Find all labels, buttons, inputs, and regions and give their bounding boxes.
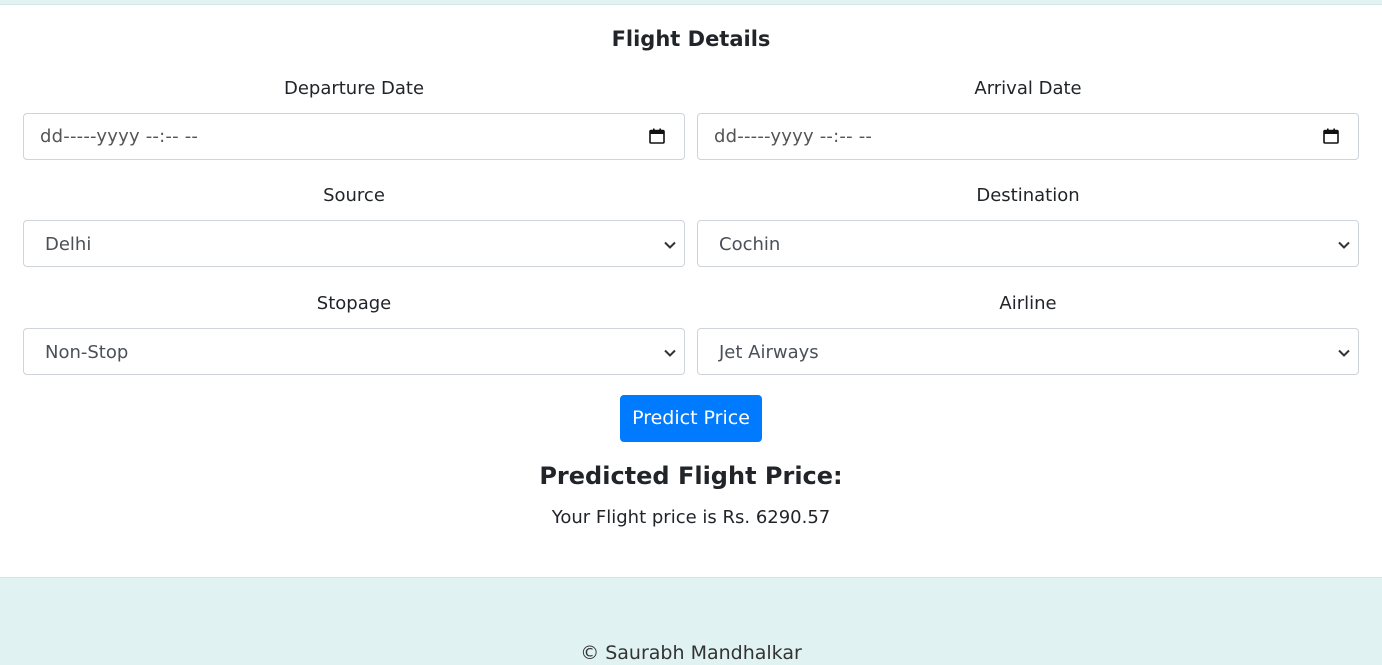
airline-select[interactable]: Jet Airways — [697, 328, 1359, 375]
chevron-down-icon — [664, 241, 676, 249]
arrival-date-placeholder: dd-----yyyy --:-- -- — [714, 126, 873, 147]
chevron-down-icon — [1338, 241, 1350, 249]
source-selected-value: Delhi — [45, 234, 92, 255]
destination-select[interactable]: Cochin — [697, 220, 1359, 267]
source-label: Source — [323, 185, 385, 206]
result-heading: Predicted Flight Price: — [539, 462, 843, 490]
destination-label: Destination — [976, 185, 1080, 206]
departure-date-placeholder: dd-----yyyy --:-- -- — [40, 126, 199, 147]
destination-selected-value: Cochin — [719, 234, 781, 255]
arrival-date-label: Arrival Date — [974, 78, 1082, 99]
calendar-icon[interactable] — [649, 128, 665, 144]
stopage-selected-value: Non-Stop — [45, 342, 129, 363]
predict-price-button[interactable]: Predict Price — [620, 395, 762, 442]
departure-date-label: Departure Date — [283, 78, 425, 99]
airline-label: Airline — [999, 293, 1057, 314]
departure-date-input[interactable]: dd-----yyyy --:-- -- — [23, 113, 685, 160]
footer-copyright: © Saurabh Mandhalkar — [580, 642, 802, 664]
arrival-date-input[interactable]: dd-----yyyy --:-- -- — [697, 113, 1359, 160]
airline-selected-value: Jet Airways — [719, 342, 819, 363]
calendar-icon[interactable] — [1323, 128, 1339, 144]
result-text: Your Flight price is Rs. 6290.57 — [551, 507, 831, 528]
stopage-select[interactable]: Non-Stop — [23, 328, 685, 375]
source-select[interactable]: Delhi — [23, 220, 685, 267]
form-title: Flight Details — [611, 27, 771, 51]
chevron-down-icon — [1338, 349, 1350, 357]
stopage-label: Stopage — [316, 293, 392, 314]
chevron-down-icon — [664, 349, 676, 357]
footer: © Saurabh Mandhalkar — [0, 577, 1382, 665]
